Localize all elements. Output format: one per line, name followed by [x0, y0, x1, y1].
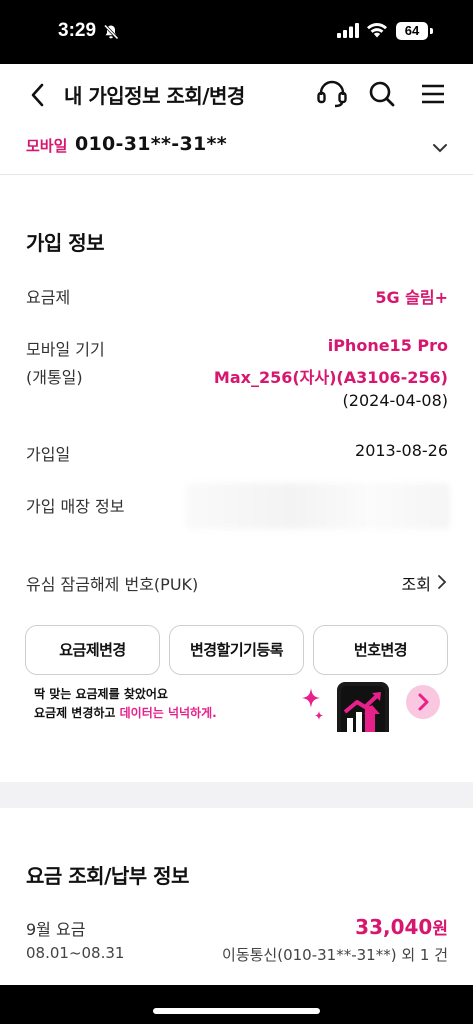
home-indicator[interactable] [153, 1008, 320, 1014]
battery-tip [430, 28, 433, 34]
device-model-line1: iPhone15 Pro [327, 336, 448, 355]
chevron-down-icon[interactable] [432, 139, 448, 158]
sparkle-icon [300, 688, 326, 726]
section-title-billing: 요금 조회/납부 정보 [26, 864, 189, 888]
plan-value[interactable]: 5G 슬림+ [375, 284, 448, 308]
bill-amount-unit: 원 [432, 919, 448, 939]
plan-change-button[interactable]: 요금제변경 [25, 625, 160, 675]
status-time: 3:29 [58, 20, 97, 41]
number-change-button[interactable]: 번호변경 [313, 625, 448, 675]
bill-line-info: 이동통신(010-31**-31**) 외 1 건 [222, 946, 448, 964]
promo-line2: 요금제 변경하고 데이터는 넉넉하게. [34, 704, 217, 721]
line-selector[interactable]: 모바일 010-31**-31** [0, 126, 473, 175]
store-info-label: 가입 매장 정보 [26, 497, 125, 516]
puk-label: 유심 잠금해제 번호(PUK) [26, 575, 199, 594]
promo-line2-prefix: 요금제 변경하고 [34, 706, 120, 720]
page-title: 내 가입정보 조회/변경 [64, 84, 245, 108]
device-register-button[interactable]: 변경할기기등록 [169, 625, 304, 675]
chevron-right-icon[interactable] [437, 574, 447, 594]
device-model-line2: Max_256(자사)(A3106-256) [213, 368, 448, 387]
promo-line1: 딱 맞는 요금제를 찾았어요 [34, 687, 168, 701]
activation-label: (개통일) [26, 368, 83, 387]
store-info-redacted [185, 483, 450, 529]
bill-amount[interactable]: 33,040원 [355, 914, 448, 939]
mute-bell-icon [103, 24, 119, 44]
promo-next-button[interactable] [406, 685, 440, 723]
status-bar: 3:29 64 [0, 0, 473, 64]
line-type-tag: 모바일 [26, 137, 68, 155]
device-activation-date: (2024-04-08) [342, 391, 448, 410]
headset-icon[interactable] [316, 80, 348, 112]
plan-label: 요금제 [26, 288, 71, 307]
device-label: 모바일 기기 [26, 340, 105, 359]
back-arrow-icon[interactable] [28, 82, 48, 112]
promo-line2-highlight: 데이터는 넉넉하게. [119, 706, 217, 720]
signal-icon [337, 23, 359, 42]
bill-amount-value: 33,040 [355, 915, 433, 939]
line-number: 010-31**-31** [75, 133, 227, 155]
join-date-label: 가입일 [26, 445, 71, 464]
wifi-icon [366, 22, 388, 42]
bill-month: 9월 요금 [26, 920, 86, 939]
menu-icon[interactable] [420, 80, 446, 112]
phone-chart-illustration [333, 678, 391, 742]
top-header: 내 가입정보 조회/변경 [0, 64, 473, 126]
bill-period: 08.01~08.31 [26, 944, 125, 962]
search-icon[interactable] [368, 80, 396, 112]
section-divider [0, 782, 473, 808]
battery-icon: 64 [396, 22, 428, 40]
section-title-subscription: 가입 정보 [26, 231, 105, 255]
app-screen: 내 가입정보 조회/변경 모바일 010-31**-31** 가입 정보 요금제… [0, 64, 473, 985]
join-date-value: 2013-08-26 [355, 441, 448, 460]
puk-lookup-link[interactable]: 조회 [402, 571, 431, 595]
